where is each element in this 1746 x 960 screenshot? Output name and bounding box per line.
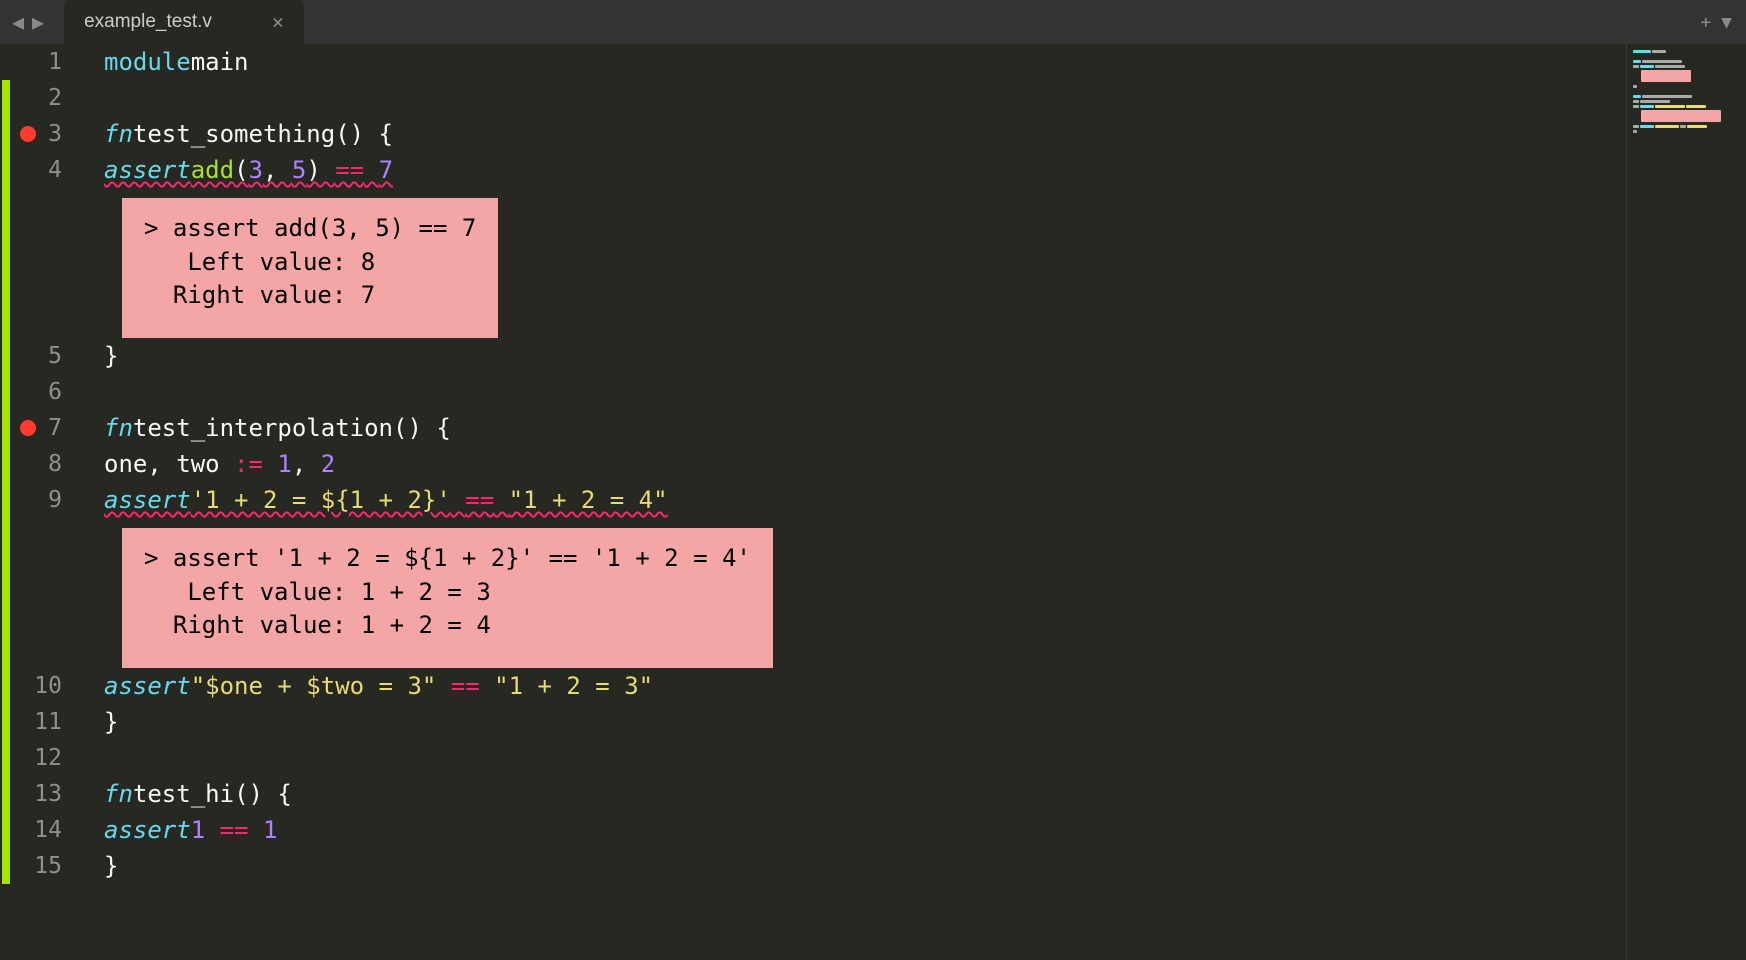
code-line[interactable]: assert '1 + 2 = ${1 + 2}' == "1 + 2 = 4": [104, 482, 1746, 518]
error-inline: > assert '1 + 2 = ${1 + 2}' == '1 + 2 = …: [104, 518, 1746, 668]
close-icon[interactable]: ×: [272, 10, 284, 34]
diff-marker: [2, 116, 10, 152]
code-line[interactable]: assert "$one + $two = 3" == "1 + 2 = 3": [104, 668, 1746, 704]
code-line[interactable]: fn test_hi() {: [104, 776, 1746, 812]
nav-arrows: ◀ ▶: [0, 10, 56, 34]
line-number: 12: [34, 745, 62, 771]
diff-marker: [2, 812, 10, 848]
line-number: 11: [34, 709, 62, 735]
assertion-error: > assert add(3, 5) == 7 Left value: 8 Ri…: [122, 198, 498, 338]
line-number: 15: [34, 853, 62, 879]
code-line[interactable]: [104, 80, 1746, 116]
line-number: 4: [48, 157, 62, 183]
diff-marker: [2, 776, 10, 812]
diff-marker: [2, 668, 10, 704]
code-line[interactable]: fn test_something() {: [104, 116, 1746, 152]
code-line[interactable]: module main: [104, 44, 1746, 80]
tab-actions: + ▼: [1700, 12, 1732, 33]
code-line[interactable]: assert add(3, 5) == 7: [104, 152, 1746, 188]
code-line[interactable]: }: [104, 704, 1746, 740]
line-number: 7: [48, 415, 62, 441]
line-number: 9: [48, 487, 62, 513]
error-inline: > assert add(3, 5) == 7 Left value: 8 Ri…: [104, 188, 1746, 338]
diff-marker: [2, 482, 10, 518]
code-line[interactable]: [104, 740, 1746, 776]
line-number: 2: [48, 85, 62, 111]
diff-marker: [2, 446, 10, 482]
diff-marker: [2, 848, 10, 884]
line-number: 13: [34, 781, 62, 807]
assertion-error: > assert '1 + 2 = ${1 + 2}' == '1 + 2 = …: [122, 528, 773, 668]
tab-menu-icon[interactable]: ▼: [1721, 12, 1732, 33]
minimap[interactable]: [1626, 44, 1746, 960]
code-line[interactable]: assert 1 == 1: [104, 812, 1746, 848]
code-line[interactable]: }: [104, 338, 1746, 374]
diff-marker: [2, 188, 10, 338]
line-number: 5: [48, 343, 62, 369]
nav-back-icon[interactable]: ◀: [12, 10, 24, 34]
code-area[interactable]: module main fn test_something() { assert…: [76, 44, 1746, 960]
diff-marker: [2, 338, 10, 374]
gutter: 1 2 3 4 5 6 7 8 9 10 11 12 13 14 15: [0, 44, 76, 960]
breakpoint-icon[interactable]: [20, 126, 36, 142]
titlebar: ◀ ▶ example_test.v × + ▼: [0, 0, 1746, 44]
diff-marker: [2, 80, 10, 116]
diff-marker: [2, 152, 10, 188]
nav-forward-icon[interactable]: ▶: [32, 10, 44, 34]
breakpoint-icon[interactable]: [20, 420, 36, 436]
code-line[interactable]: }: [104, 848, 1746, 884]
line-number: 8: [48, 451, 62, 477]
diff-marker: [2, 374, 10, 410]
line-number: 1: [48, 49, 62, 75]
editor[interactable]: 1 2 3 4 5 6 7 8 9 10 11 12 13 14 15 modu…: [0, 44, 1746, 960]
code-line[interactable]: fn test_interpolation() {: [104, 410, 1746, 446]
line-number: 6: [48, 379, 62, 405]
file-tab[interactable]: example_test.v ×: [64, 0, 304, 44]
new-tab-icon[interactable]: +: [1700, 12, 1711, 33]
diff-marker: [2, 740, 10, 776]
code-line[interactable]: one, two := 1, 2: [104, 446, 1746, 482]
tab-filename: example_test.v: [84, 11, 212, 33]
diff-marker: [2, 410, 10, 446]
line-number: 14: [34, 817, 62, 843]
line-number: 3: [48, 121, 62, 147]
diff-marker: [2, 704, 10, 740]
diff-marker: [2, 518, 10, 668]
line-number: 10: [34, 673, 62, 699]
code-line[interactable]: [104, 374, 1746, 410]
